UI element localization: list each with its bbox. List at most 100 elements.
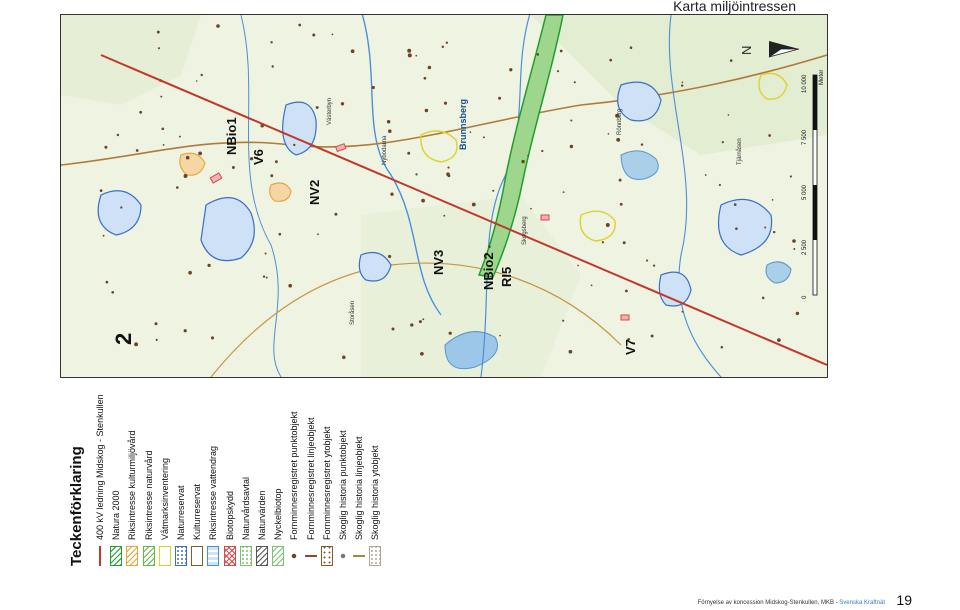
monument-point [274,160,278,164]
monument-point [488,245,491,249]
legend-swatch-icon [304,546,317,566]
legend-swatch-icon [207,546,220,566]
monument-point [570,119,573,122]
legend-item: Biotopskydd [222,370,238,570]
monument-point [388,129,392,133]
legend-item: Fornminnesregistret punktobjekt [286,370,302,570]
monument-point [315,106,319,109]
legend-item-label: Skoglig historia ytobjekt [370,445,381,540]
monument-point [371,85,375,90]
monument-point [720,346,724,349]
monument-point [111,290,115,294]
map-label-nbio1: NBio1 [224,117,239,155]
monument-point [469,131,472,133]
scale-tick: 2 500 [802,239,808,255]
monument-point [443,214,446,217]
monument-point [609,58,613,62]
place-name: Storåsen [349,301,356,325]
legend-item: Naturvärden [254,370,270,570]
monument-point [448,331,452,335]
legend-item-label: Fornminnesregistret linjeobjekt [305,417,316,540]
monument-point [733,203,737,206]
legend-swatch-icon [255,546,268,566]
monument-point [498,96,502,100]
monument-point [264,252,267,255]
legend-item: Fornminnesregistret linjeobjekt [302,370,318,570]
monument-point [270,174,274,178]
monument-point [795,311,800,316]
monument-point [188,270,192,275]
legend-swatch-icon [353,546,366,566]
monument-point [407,53,412,58]
monument-point [471,202,476,207]
monument-point [231,166,235,169]
monument-point [262,275,266,278]
monument-point [340,102,345,106]
monument-point [156,30,160,34]
monument-point [139,110,143,114]
map-label-nv3: NV3 [431,250,446,275]
monument-point [622,241,626,245]
monument-point [652,264,656,267]
monument-point [789,175,792,178]
monument-point [185,155,190,160]
legend-item-label: Biotopskydd [224,490,235,540]
monument-point [317,233,319,236]
monument-point [718,183,721,187]
place-name: Rönnberg [617,109,623,135]
map-title: Karta miljöintressen [673,0,796,14]
monument-point [601,241,605,244]
footer-caption: Förnyelse av koncession Midskog-Stenkull… [698,600,885,606]
monument-point [590,284,593,287]
legend-item: Kulturreservat [189,370,205,570]
map-label-nv2: NV2 [307,180,322,205]
monument-point [681,310,684,313]
monument-point [421,198,425,203]
monument-point [102,234,105,237]
monument-point [777,338,781,342]
place-name: Skogsberg [522,216,528,245]
monument-point [288,283,293,288]
monument-point [568,349,573,354]
monument-point [386,119,391,124]
monument-point [391,327,395,331]
monument-point [573,81,576,84]
monument-point [418,320,422,324]
legend-item: Skoglig historia linjeobjekt [351,370,367,570]
monument-point [298,23,302,27]
monument-point [135,149,139,152]
monument-point [427,65,432,70]
legend-item-label: Skoglig historia punktobjekt [337,430,348,540]
monument-point [640,143,644,146]
monument-point [646,259,649,262]
legend-swatch-icon [158,546,171,566]
monument-point [293,143,296,147]
legend-swatch-icon [175,546,188,566]
monument-point [278,232,282,236]
page-number: 19 [896,592,912,608]
monument-point [530,207,532,210]
legend-swatch-icon [288,546,301,566]
legend-item: Natura 2000 [108,370,124,570]
monument-point [447,174,451,178]
legend-item: Fornminnesregistret ytobjekt [319,370,335,570]
legend-item-label: Riksintresse vattendrag [208,445,219,540]
monument-point [415,173,418,176]
place-name: Nybodarna [382,135,388,165]
monument-point [704,174,707,176]
map-label-nbio2: NBio2 [481,252,496,290]
monument-point [441,45,445,49]
monument-point [761,296,765,300]
monument-point [116,133,120,137]
monument-point [443,101,448,105]
monument-point [509,68,513,72]
scale-unit: Meter [819,70,825,85]
scale-tick: 10 000 [802,74,808,93]
monument-point [607,132,610,135]
monument-point [605,223,610,227]
monument-point [160,95,163,98]
monument-point [521,159,525,164]
place-name: Västerbyn [327,98,333,125]
legend-swatch-icon [336,546,349,566]
legend-item: Naturreservat [173,370,189,570]
